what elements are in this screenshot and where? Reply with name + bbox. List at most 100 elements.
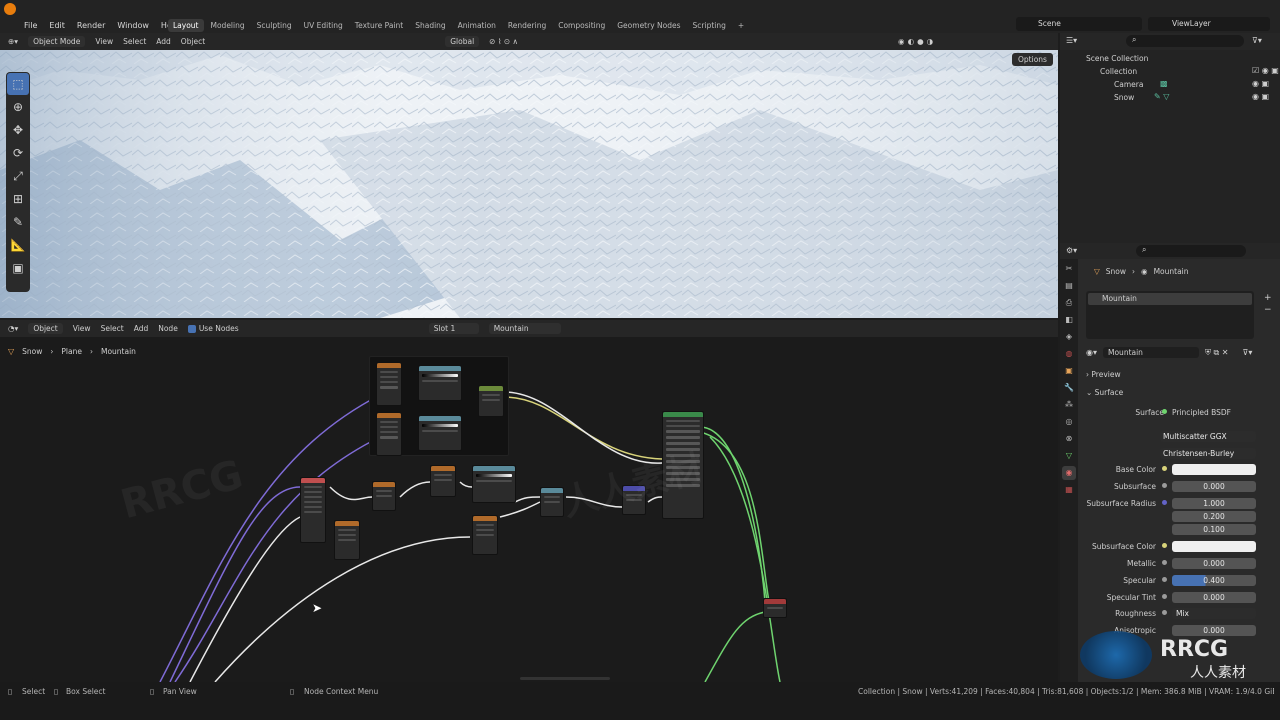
transform-orientation-dropdown[interactable]: Global	[445, 36, 480, 47]
menu-render[interactable]: Render	[77, 21, 105, 30]
remove-slot-icon[interactable]: −	[1264, 305, 1272, 315]
camera-visibility-icons[interactable]: ◉ ▣	[1252, 79, 1269, 88]
tab-geometry-nodes[interactable]: Geometry Nodes	[612, 19, 685, 32]
view-layer-selector[interactable]: ViewLayer	[1148, 17, 1270, 31]
node-colorramp-1[interactable]	[418, 365, 462, 401]
render-tab-icon[interactable]: ▤	[1062, 279, 1076, 293]
tab-compositing[interactable]: Compositing	[553, 19, 610, 32]
subsurface-radius-x[interactable]: 1.000	[1172, 498, 1256, 509]
move-tool-icon[interactable]: ✥	[7, 119, 29, 141]
tab-sculpting[interactable]: Sculpting	[252, 19, 297, 32]
surface-section[interactable]: ⌄ Surface	[1086, 388, 1123, 397]
view-layer-tab-icon[interactable]: ◧	[1062, 313, 1076, 327]
snap-icon[interactable]: ⊘ ⌇ ⊙ ∧	[489, 37, 518, 46]
node-add-menu[interactable]: Add	[134, 324, 149, 333]
node-select-menu[interactable]: Select	[101, 324, 124, 333]
distribution-dropdown[interactable]: Multiscatter GGX	[1160, 431, 1256, 442]
tab-layout[interactable]: Layout	[168, 18, 204, 32]
subsurface-method-dropdown[interactable]: Christensen-Burley	[1160, 448, 1256, 459]
material-slot-item[interactable]: Mountain	[1088, 293, 1252, 305]
specular-tint-field[interactable]: 0.000	[1172, 592, 1256, 603]
roughness-link-field[interactable]: Mix	[1172, 608, 1256, 619]
node-texture-3[interactable]	[430, 465, 456, 497]
select-menu[interactable]: Select	[123, 37, 146, 46]
specular-field[interactable]: 0.400	[1172, 575, 1256, 586]
shader-type-dropdown[interactable]: Object	[28, 323, 63, 334]
tab-shading[interactable]: Shading	[410, 19, 450, 32]
material-selector[interactable]: Mountain	[488, 323, 561, 334]
node-texture-1[interactable]	[376, 362, 402, 406]
tool-tab-icon[interactable]: ✂	[1062, 262, 1076, 276]
node-texture-4[interactable]	[472, 515, 498, 555]
tab-texture-paint[interactable]: Texture Paint	[350, 19, 408, 32]
cursor-tool-icon[interactable]: ⊕	[7, 96, 29, 118]
tab-uv-editing[interactable]: UV Editing	[299, 19, 348, 32]
blender-logo-icon[interactable]	[4, 3, 16, 15]
add-workspace-button[interactable]: +	[733, 19, 749, 32]
constraints-tab-icon[interactable]: ⊗	[1062, 432, 1076, 446]
base-color-field[interactable]	[1172, 464, 1256, 475]
object-tab-icon[interactable]: ▣	[1062, 364, 1076, 378]
scene-tab-icon[interactable]: ◈	[1062, 330, 1076, 344]
node-editor-scrollbar[interactable]	[520, 677, 610, 680]
annotate-tool-icon[interactable]: ✎	[7, 211, 29, 233]
preview-section[interactable]: › Preview	[1086, 370, 1121, 379]
add-menu[interactable]: Add	[156, 37, 171, 46]
measure-tool-icon[interactable]: 📐	[7, 234, 29, 256]
output-tab-icon[interactable]: ⎙	[1062, 296, 1076, 310]
world-tab-icon[interactable]: ◍	[1062, 347, 1076, 361]
node-texture-coordinate[interactable]	[300, 477, 326, 543]
anisotropic-field[interactable]: 0.000	[1172, 625, 1256, 636]
outliner-collection[interactable]: Collection	[1060, 65, 1280, 78]
data-tab-icon[interactable]: ▽	[1062, 449, 1076, 463]
snow-visibility-icons[interactable]: ◉ ▣	[1252, 92, 1269, 101]
use-nodes-checkbox[interactable]: Use Nodes	[187, 324, 239, 333]
tab-animation[interactable]: Animation	[453, 19, 501, 32]
slot-dropdown[interactable]: Slot 1	[428, 323, 479, 334]
menu-window[interactable]: Window	[117, 21, 149, 30]
transform-tool-icon[interactable]: ⊞	[7, 188, 29, 210]
node-editor[interactable]: ➤ RRCG 人人素材	[0, 337, 1058, 682]
material-actions-icons[interactable]: ⛨ ⧉ ✕	[1205, 348, 1229, 358]
texture-tab-icon[interactable]: ▦	[1062, 483, 1076, 497]
add-slot-icon[interactable]: +	[1264, 293, 1272, 303]
menu-file[interactable]: File	[24, 21, 37, 30]
subsurface-radius-z[interactable]: 0.100	[1172, 524, 1256, 535]
properties-search-input[interactable]: ⌕	[1136, 245, 1246, 257]
filter-icon[interactable]: ⊽▾	[1252, 36, 1262, 45]
editor-type-icon[interactable]: ⊕▾	[8, 37, 18, 46]
node-texture-2[interactable]	[376, 412, 402, 456]
scene-selector[interactable]: Scene	[1016, 17, 1142, 31]
modifier-tab-icon[interactable]: 🔧	[1062, 381, 1076, 395]
tab-scripting[interactable]: Scripting	[688, 19, 731, 32]
node-colorramp-3[interactable]	[472, 465, 516, 503]
subsurface-radius-y[interactable]: 0.200	[1172, 511, 1256, 522]
visibility-icons[interactable]: ☑ ◉ ▣	[1252, 66, 1279, 75]
material-browse-icon[interactable]: ◉▾	[1086, 348, 1097, 357]
shading-icons[interactable]: ◉◐●◑	[898, 37, 936, 46]
node-mix-1[interactable]	[478, 385, 504, 417]
node-colorramp-2[interactable]	[418, 415, 462, 451]
options-dropdown[interactable]: Options	[1012, 53, 1053, 66]
node-editor-type-icon[interactable]: ◔▾	[8, 324, 18, 333]
add-cube-tool-icon[interactable]: ▣	[7, 257, 29, 279]
outliner-item-snow[interactable]: Snow	[1060, 91, 1280, 104]
object-menu[interactable]: Object	[181, 37, 205, 46]
menu-edit[interactable]: Edit	[49, 21, 65, 30]
particles-tab-icon[interactable]: ⁂	[1062, 398, 1076, 412]
tab-rendering[interactable]: Rendering	[503, 19, 551, 32]
select-tool-icon[interactable]: ⬚	[7, 73, 29, 95]
outliner-search-input[interactable]: ⌕	[1126, 35, 1244, 47]
tab-modeling[interactable]: Modeling	[206, 19, 250, 32]
physics-tab-icon[interactable]: ◎	[1062, 415, 1076, 429]
outliner-item-camera[interactable]: Camera	[1060, 78, 1280, 91]
node-view-menu[interactable]: View	[73, 324, 91, 333]
material-name-field[interactable]: Mountain	[1103, 347, 1199, 358]
pin-icon[interactable]: ⊽▾	[1243, 348, 1253, 357]
metallic-field[interactable]: 0.000	[1172, 558, 1256, 569]
material-slot-list[interactable]: Mountain	[1086, 291, 1254, 339]
material-tab-icon[interactable]: ◉	[1062, 466, 1076, 480]
node-mapping[interactable]	[334, 520, 360, 560]
node-menu[interactable]: Node	[158, 324, 178, 333]
object-mode-dropdown[interactable]: Object Mode	[28, 36, 86, 47]
